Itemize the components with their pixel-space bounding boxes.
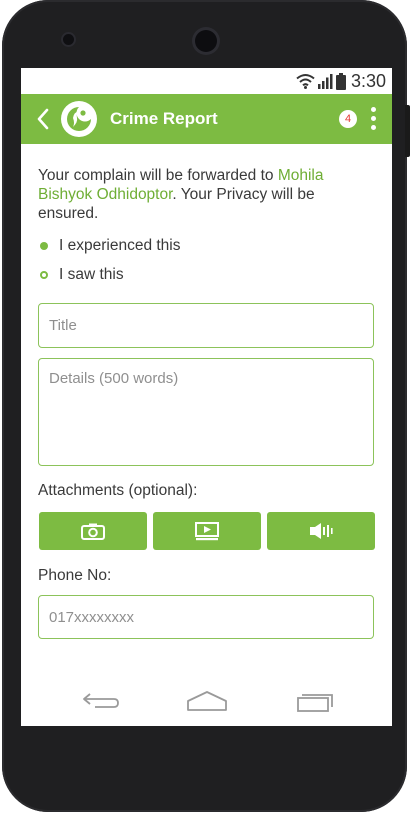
battery-icon: [335, 72, 346, 90]
radio-selected-icon: [40, 242, 48, 250]
notice-text-before: Your complain will be forwarded to: [38, 167, 278, 184]
radio-option-experienced[interactable]: I experienced this: [38, 237, 181, 255]
details-input[interactable]: [38, 358, 374, 466]
speaker-grille: [63, 34, 74, 45]
app-bar: Crime Report 4: [21, 94, 392, 144]
attach-audio-button[interactable]: [267, 512, 375, 550]
notification-badge[interactable]: 4: [339, 110, 357, 128]
radio-label: I saw this: [59, 266, 124, 283]
radio-unselected-icon: [40, 271, 48, 279]
kebab-dot: [370, 116, 376, 121]
front-camera: [195, 30, 217, 52]
phone-label: Phone No:: [38, 567, 112, 584]
radio-label: I experienced this: [59, 237, 181, 254]
attach-photo-button[interactable]: [39, 512, 147, 550]
app-logo-icon: [67, 107, 91, 131]
status-time: 3:30: [350, 71, 386, 91]
video-icon: [195, 521, 219, 540]
kebab-dot: [370, 107, 376, 112]
attach-video-button[interactable]: [153, 512, 261, 550]
more-vert-icon[interactable]: [369, 107, 377, 133]
navigation-bar: [21, 676, 392, 726]
status-icons: 3:30: [296, 71, 386, 91]
attachments-label: Attachments (optional):: [38, 482, 198, 499]
title-input[interactable]: [38, 303, 374, 348]
page-title: Crime Report: [110, 109, 218, 128]
nav-home-icon[interactable]: [185, 690, 229, 712]
wifi-icon: [296, 74, 315, 89]
nav-back-icon[interactable]: [81, 690, 121, 712]
phone-input[interactable]: [38, 595, 374, 639]
nav-recents-icon[interactable]: [295, 690, 335, 712]
screen: 3:30 Crime Report 4 Your complain will b…: [21, 68, 392, 726]
signal-icon: [317, 74, 333, 89]
radio-option-saw[interactable]: I saw this: [38, 266, 124, 284]
power-button: [405, 105, 410, 157]
status-bar: 3:30: [21, 68, 392, 94]
kebab-dot: [370, 125, 376, 130]
app-logo: [61, 101, 97, 137]
back-arrow-icon[interactable]: [35, 107, 51, 131]
phone-frame: 3:30 Crime Report 4 Your complain will b…: [2, 0, 407, 812]
privacy-notice: Your complain will be forwarded to Mohil…: [38, 166, 358, 223]
audio-icon: [310, 523, 333, 539]
camera-icon: [81, 523, 105, 540]
